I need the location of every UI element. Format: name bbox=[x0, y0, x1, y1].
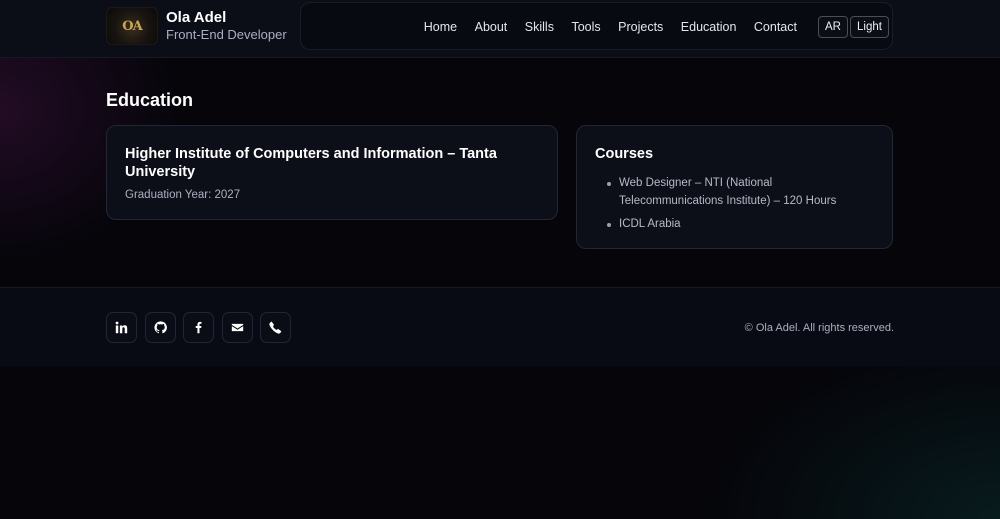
copyright-text: © Ola Adel. All rights reserved. bbox=[744, 322, 894, 334]
degree-card: Higher Institute of Computers and Inform… bbox=[106, 125, 558, 220]
logo: OA bbox=[106, 7, 158, 45]
course-item: Web Designer – NTI (National Telecommuni… bbox=[595, 175, 874, 210]
phone-icon bbox=[269, 321, 282, 334]
graduation-year: Graduation Year: 2027 bbox=[125, 189, 241, 201]
brand-role: Front-End Developer bbox=[166, 27, 287, 42]
nav-home[interactable]: Home bbox=[424, 20, 457, 34]
github-icon bbox=[153, 321, 167, 334]
section-title: Education bbox=[106, 90, 194, 110]
mail-link[interactable] bbox=[221, 312, 253, 343]
social-links bbox=[106, 312, 299, 343]
linkedin-link[interactable] bbox=[106, 312, 137, 343]
site-header: OA Ola Adel Front-End Developer Home Abo… bbox=[0, 0, 1000, 58]
linkedin-icon bbox=[115, 321, 128, 334]
brand[interactable]: OA Ola Adel Front-End Developer bbox=[106, 7, 287, 45]
courses-card: Courses Web Designer – NTI (National Tel… bbox=[576, 125, 893, 249]
course-list: Web Designer – NTI (National Telecommuni… bbox=[595, 175, 874, 234]
facebook-link[interactable] bbox=[183, 312, 214, 343]
github-link[interactable] bbox=[144, 312, 176, 343]
nav-tools[interactable]: Tools bbox=[571, 20, 600, 34]
nav-projects[interactable]: Projects bbox=[618, 20, 663, 34]
theme-toggle-button[interactable]: Light bbox=[850, 16, 889, 38]
nav-container: Home About Skills Tools Projects Educati… bbox=[300, 2, 893, 50]
phone-link[interactable] bbox=[260, 312, 291, 343]
nav-contact[interactable]: Contact bbox=[754, 20, 797, 34]
facebook-icon bbox=[195, 321, 202, 334]
degree-name: Higher Institute of Computers and Inform… bbox=[125, 146, 497, 180]
main-nav: Home About Skills Tools Projects Educati… bbox=[406, 3, 797, 51]
brand-text: Ola Adel Front-End Developer bbox=[166, 9, 287, 43]
nav-about[interactable]: About bbox=[475, 20, 508, 34]
nav-education[interactable]: Education bbox=[681, 20, 737, 34]
nav-skills[interactable]: Skills bbox=[525, 20, 554, 34]
courses-title: Courses bbox=[595, 146, 654, 162]
site-footer: © Ola Adel. All rights reserved. bbox=[0, 287, 1000, 366]
language-toggle-button[interactable]: AR bbox=[818, 16, 848, 38]
mail-icon bbox=[231, 323, 243, 332]
brand-name: Ola Adel bbox=[166, 9, 227, 26]
course-item: ICDL Arabia bbox=[595, 216, 874, 234]
